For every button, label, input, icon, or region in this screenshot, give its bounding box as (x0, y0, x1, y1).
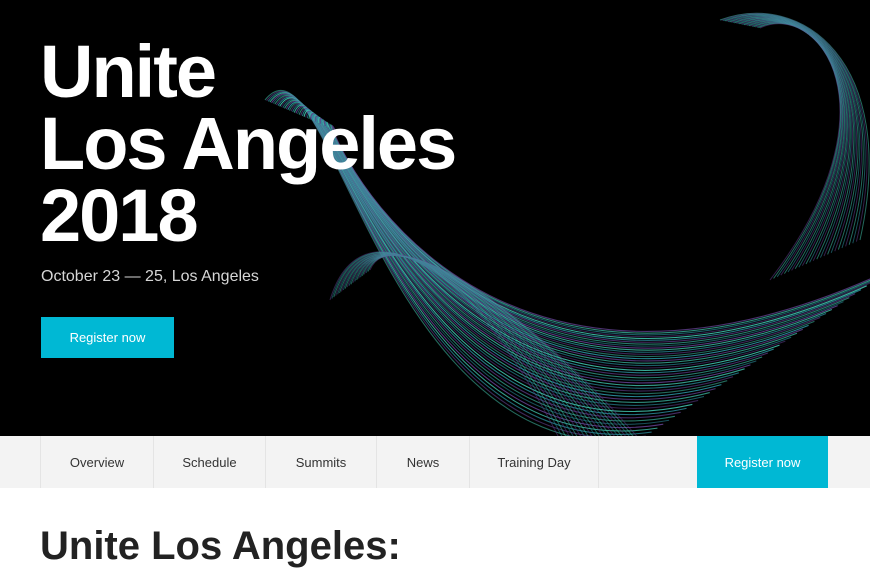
subnav-items: Overview Schedule Summits News Training … (40, 436, 599, 488)
hero-title: Unite Los Angeles 2018 (40, 30, 457, 257)
subnav-register-button[interactable]: Register now (697, 436, 828, 488)
hero-title-line-1: Unite (40, 30, 217, 113)
hero-title-line-3: 2018 (40, 174, 199, 257)
subnav-item-overview[interactable]: Overview (41, 436, 154, 488)
section-heading: Unite Los Angeles: (40, 524, 401, 568)
hero-title-line-2: Los Angeles (40, 102, 457, 185)
subnav-item-news[interactable]: News (377, 436, 470, 488)
event-date-location: October 23 — 25, Los Angeles (41, 268, 259, 285)
hero-banner: Unite Los Angeles 2018 October 23 — 25, … (0, 0, 870, 436)
subnav-item-summits[interactable]: Summits (266, 436, 377, 488)
subnav-item-training-day[interactable]: Training Day (470, 436, 599, 488)
subnav-item-schedule[interactable]: Schedule (154, 436, 266, 488)
hero-register-button[interactable]: Register now (41, 317, 174, 358)
event-subnav: Overview Schedule Summits News Training … (0, 436, 870, 488)
